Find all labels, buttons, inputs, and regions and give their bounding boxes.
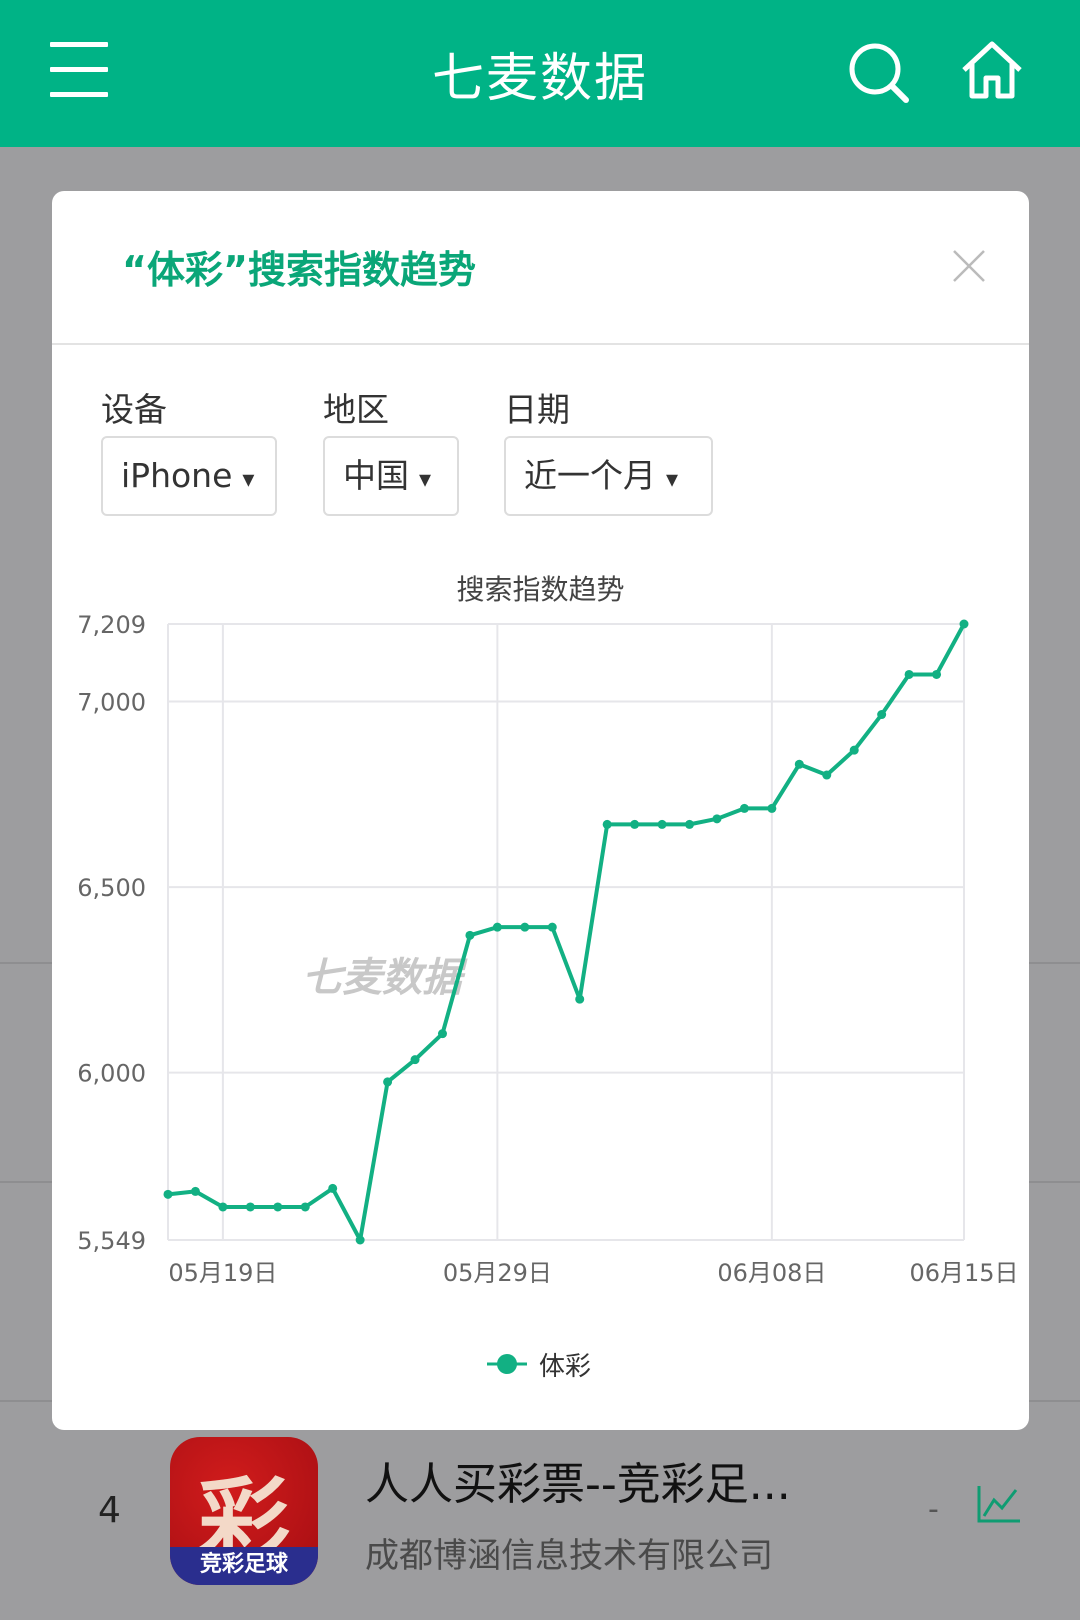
- x-tick-label: 06月08日: [717, 1259, 826, 1287]
- app-icon: 彩 竞彩足球: [170, 1437, 318, 1585]
- data-point: [410, 1055, 420, 1065]
- data-point: [959, 619, 969, 629]
- app-icon-band: 竞彩足球: [170, 1547, 318, 1585]
- data-point: [328, 1183, 338, 1193]
- app-name[interactable]: 人人买彩票--竞彩足...: [365, 1448, 791, 1512]
- x-tick-label: 06月15日: [909, 1259, 1018, 1287]
- y-tick-label: 6,500: [77, 874, 146, 902]
- data-point: [218, 1202, 228, 1212]
- x-tick-label: 05月19日: [168, 1259, 277, 1287]
- y-tick-label: 7,209: [77, 611, 146, 639]
- data-point: [822, 770, 832, 780]
- watermark: 七麦数据: [302, 955, 468, 1001]
- data-point: [685, 819, 695, 829]
- data-point: [355, 1235, 365, 1245]
- data-point: [300, 1202, 310, 1212]
- date-value: 近一个月: [524, 456, 656, 495]
- data-point: [657, 819, 667, 829]
- region-label: 地区: [323, 390, 389, 429]
- line-chart: 7,209 7,000 6,500 6,000 5,549 05月19日 05月29日 06月…: [77, 611, 1018, 1287]
- device-select[interactable]: iPhone ▾: [101, 436, 277, 516]
- data-point: [492, 922, 502, 932]
- modal-title: “体彩”搜索指数趋势: [122, 248, 476, 292]
- data-point: [547, 922, 557, 932]
- data-point: [190, 1186, 200, 1196]
- home-icon[interactable]: [958, 38, 1026, 102]
- trend-chart-icon[interactable]: [976, 1484, 1022, 1524]
- legend-marker-icon: [487, 1354, 527, 1374]
- rank-change: -: [928, 1492, 939, 1527]
- chevron-down-icon: ▾: [242, 465, 255, 493]
- data-point: [437, 1029, 447, 1039]
- device-label: 设备: [101, 390, 167, 429]
- data-point: [602, 819, 612, 829]
- region-value: 中国: [343, 456, 409, 495]
- data-point: [520, 922, 530, 932]
- data-point: [630, 819, 640, 829]
- data-point: [739, 803, 749, 813]
- chevron-down-icon: ▾: [666, 465, 679, 493]
- data-point: [849, 745, 859, 755]
- data-point: [932, 669, 942, 679]
- y-tick-label: 7,000: [77, 689, 146, 717]
- chart-legend[interactable]: 体彩: [485, 1344, 591, 1384]
- data-point: [575, 994, 585, 1004]
- data-point: [877, 710, 887, 720]
- series-line: [167, 623, 966, 1242]
- legend-label: 体彩: [539, 1351, 592, 1382]
- data-point: [904, 669, 914, 679]
- top-bar: 七麦数据: [0, 0, 1080, 147]
- device-value: iPhone: [121, 456, 233, 495]
- search-icon[interactable]: [848, 42, 910, 104]
- data-point: [465, 930, 475, 940]
- data-point: [245, 1202, 255, 1212]
- app-title: 七麦数据: [431, 49, 648, 109]
- data-point: [767, 803, 777, 813]
- x-tick-label: 05月29日: [443, 1259, 552, 1287]
- modal-divider: [52, 343, 1029, 345]
- data-point: [163, 1189, 173, 1199]
- data-point: [383, 1077, 393, 1087]
- y-tick-label: 6,000: [77, 1060, 146, 1088]
- data-point: [712, 814, 722, 824]
- search-index-modal: “体彩”搜索指数趋势 设备 地区 日期 iPhone ▾ 中国 ▾ 近一个月 ▾ 搜索…: [52, 191, 1029, 1430]
- y-tick-label: 5,549: [77, 1227, 146, 1255]
- data-point: [273, 1202, 283, 1212]
- data-point: [794, 759, 804, 769]
- date-select[interactable]: 近一个月 ▾: [504, 436, 713, 516]
- chevron-down-icon: ▾: [419, 465, 432, 493]
- date-label: 日期: [504, 390, 570, 429]
- region-select[interactable]: 中国 ▾: [323, 436, 459, 516]
- app-company: 成都博涵信息技术有限公司: [365, 1536, 773, 1576]
- rank-number: 4: [98, 1490, 121, 1531]
- close-icon[interactable]: [952, 249, 986, 283]
